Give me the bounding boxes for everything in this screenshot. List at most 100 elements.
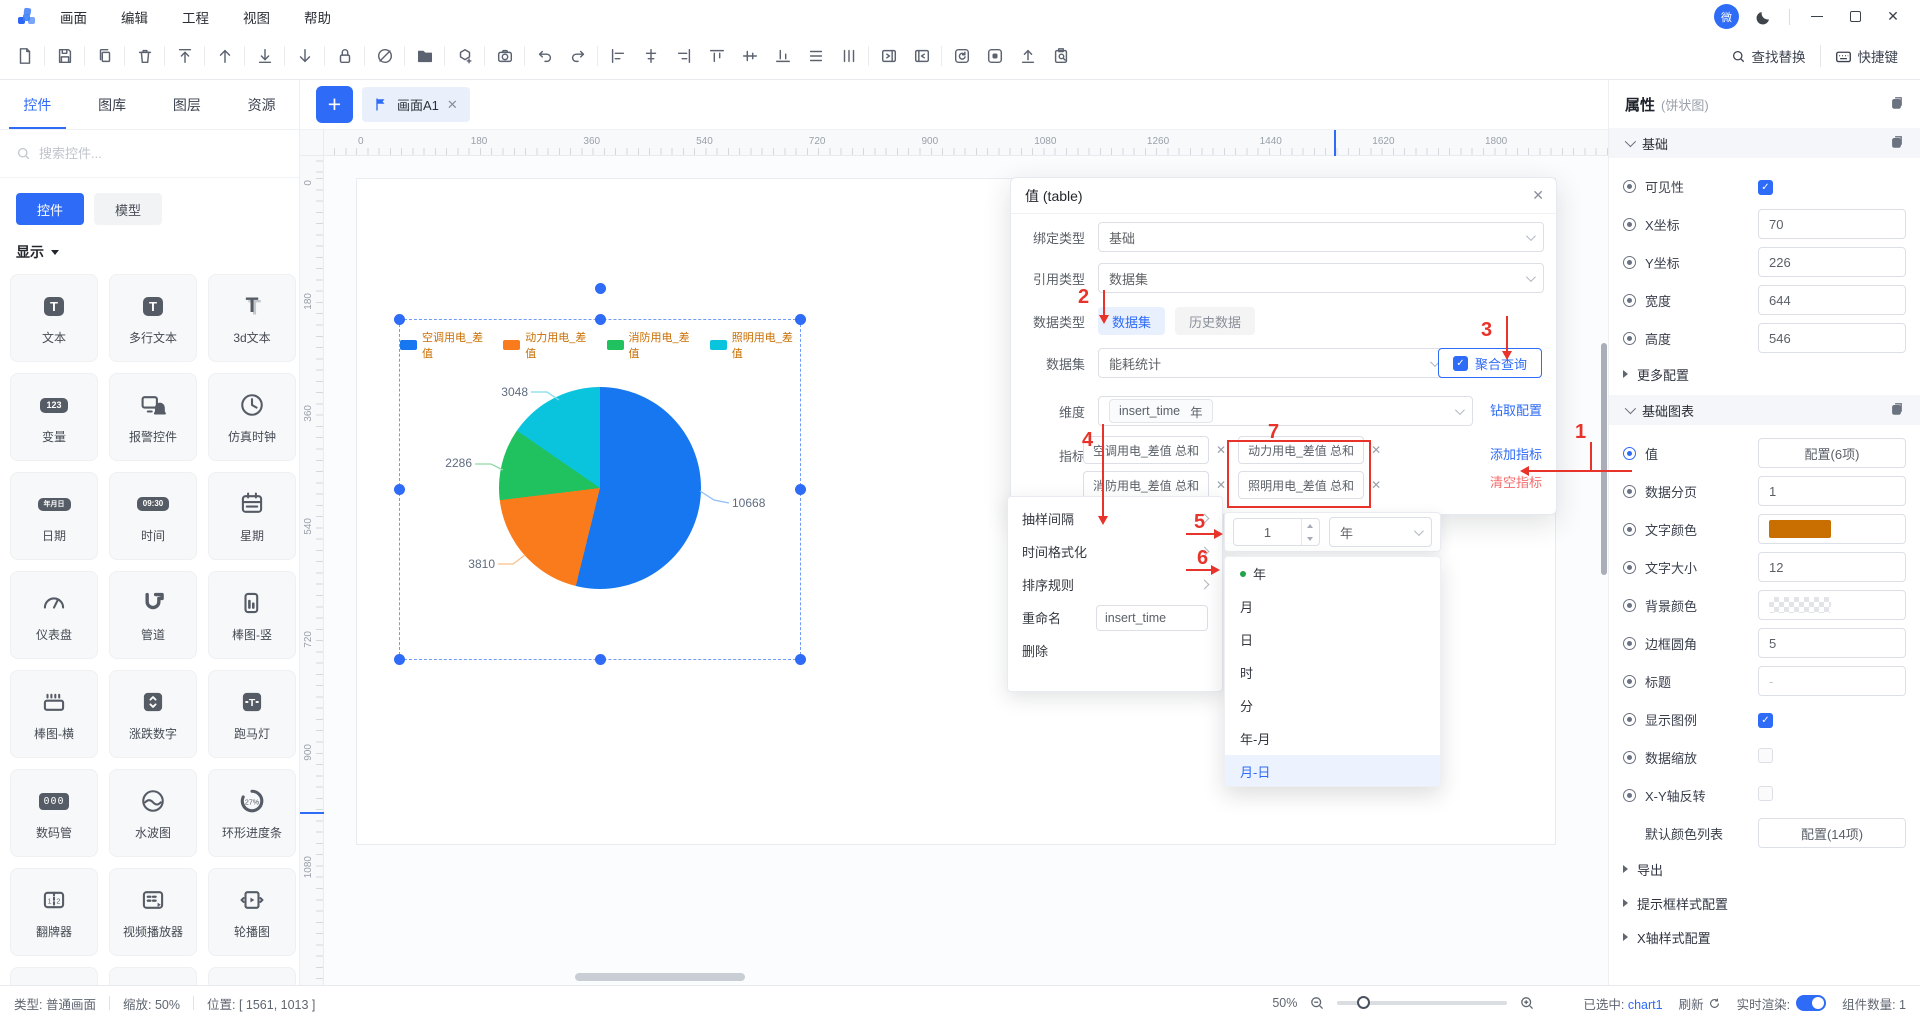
zoom-in-icon[interactable]	[1519, 995, 1535, 1011]
copy-config-icon[interactable]	[1889, 134, 1904, 152]
color-picker[interactable]	[1758, 590, 1906, 620]
context-item-抽样间隔[interactable]: 抽样间隔	[1008, 502, 1222, 535]
widget-水波图[interactable]: 水波图	[109, 769, 197, 857]
lock-icon[interactable]	[328, 41, 361, 71]
prop-input[interactable]: 546	[1758, 323, 1906, 353]
widget-翻牌器[interactable]: 1 2 翻牌器	[10, 868, 98, 956]
widget-跑马灯[interactable]: T 跑马灯	[208, 670, 296, 758]
refresh-box-icon[interactable]	[945, 41, 978, 71]
sidebar-tab-图库[interactable]: 图库	[75, 80, 150, 129]
search-input[interactable]	[39, 146, 239, 161]
target-icon[interactable]	[1623, 674, 1636, 688]
align-bottom-icon[interactable]	[766, 41, 799, 71]
realtime-render-toggle[interactable]	[1796, 995, 1827, 1011]
distribute-vertical-icon[interactable]	[799, 41, 832, 71]
align-center-horizontal-icon[interactable]	[733, 41, 766, 71]
section-基础图表[interactable]: 基础图表	[1609, 395, 1920, 425]
copy-icon[interactable]	[88, 41, 121, 71]
widget-card-partial[interactable]	[10, 967, 98, 985]
shortcut-keys-button[interactable]: 快捷键	[1835, 46, 1898, 66]
prop-input[interactable]: 1	[1758, 476, 1906, 506]
target-icon[interactable]	[1623, 217, 1636, 231]
aggregate-query-checkbox[interactable]: ✓ 聚合查询	[1438, 348, 1542, 378]
copy-config-icon[interactable]	[1889, 401, 1904, 419]
data-type-dataset-button[interactable]: 数据集	[1098, 307, 1166, 335]
config-button[interactable]: 配置(14项)	[1758, 818, 1906, 848]
widget-数码管[interactable]: 000 数码管	[10, 769, 98, 857]
context-item-重命名[interactable]: 重命名 insert_time	[1008, 601, 1222, 634]
widget-星期[interactable]: 星期	[208, 472, 296, 560]
sidebar-tab-控件[interactable]: 控件	[0, 80, 75, 129]
unit-select[interactable]: 年	[1328, 517, 1432, 547]
resize-handle-se[interactable]	[795, 654, 806, 665]
resize-handle-n[interactable]	[594, 314, 606, 325]
move-top-icon[interactable]	[168, 41, 201, 71]
zoom-out-icon[interactable]	[1309, 995, 1325, 1011]
dataset-select[interactable]: 能耗统计	[1098, 348, 1448, 378]
camera-icon[interactable]	[488, 41, 521, 71]
add-metric-link[interactable]: 添加指标	[1490, 444, 1542, 463]
avatar[interactable]: 微	[1714, 4, 1739, 29]
metric-chip-动力用电_差值[interactable]: 动力用电_差值 总和	[1238, 436, 1365, 464]
unit-option-分[interactable]: 分	[1225, 689, 1440, 722]
copy-config-icon[interactable]	[1889, 95, 1904, 113]
undo-icon[interactable]	[528, 41, 561, 71]
unit-option-时[interactable]: 时	[1225, 656, 1440, 689]
record-box-icon[interactable]	[978, 41, 1011, 71]
align-left-icon[interactable]	[601, 41, 634, 71]
align-center-vertical-icon[interactable]	[634, 41, 667, 71]
widget-环形进度条[interactable]: 27% 环形进度条	[208, 769, 296, 857]
checkbox-unchecked[interactable]	[1758, 748, 1773, 763]
context-item-时间格式化[interactable]: 时间格式化	[1008, 535, 1222, 568]
collapse-X轴样式配置[interactable]: X轴样式配置	[1623, 920, 1906, 954]
panel-scrollbar[interactable]	[1601, 343, 1607, 575]
panel-collapse-icon[interactable]	[905, 41, 938, 71]
ref-type-select[interactable]: 数据集	[1098, 263, 1544, 293]
widget-card-partial[interactable]	[208, 967, 296, 985]
prop-input[interactable]: 226	[1758, 247, 1906, 277]
metric-chip-空调用电_差值[interactable]: 空调用电_差值 总和	[1083, 436, 1209, 464]
widget-变量[interactable]: 123 变量	[10, 373, 98, 461]
color-picker[interactable]	[1758, 514, 1906, 544]
widget-时间[interactable]: 09:30 时间	[109, 472, 197, 560]
collapse-提示框样式配置[interactable]: 提示框样式配置	[1623, 886, 1906, 920]
tab-close-icon[interactable]: ✕	[447, 97, 458, 113]
dimension-select[interactable]: insert_time 年	[1098, 396, 1473, 426]
rename-input[interactable]: insert_time	[1096, 604, 1208, 631]
save-icon[interactable]	[48, 41, 81, 71]
align-top-icon[interactable]	[700, 41, 733, 71]
menu-item-视图[interactable]: 视图	[243, 7, 270, 27]
target-icon[interactable]	[1623, 255, 1636, 269]
prop-input[interactable]: 70	[1758, 209, 1906, 239]
target-icon[interactable]	[1623, 636, 1636, 650]
delete-icon[interactable]	[128, 41, 161, 71]
target-icon[interactable]	[1623, 712, 1636, 726]
horizontal-scrollbar[interactable]	[575, 973, 745, 981]
widget-报警控件[interactable]: 报警控件	[109, 373, 197, 461]
target-icon[interactable]	[1623, 560, 1636, 574]
export-up-icon[interactable]	[1011, 41, 1044, 71]
unit-option-日[interactable]: 日	[1225, 623, 1440, 656]
resize-handle-s[interactable]	[594, 654, 606, 665]
resize-handle-w[interactable]	[394, 484, 405, 495]
move-up-icon[interactable]	[208, 41, 241, 71]
legend-item[interactable]: 动力用电_差值	[503, 329, 593, 361]
widget-card-partial[interactable]	[109, 967, 197, 985]
target-icon[interactable]	[1623, 484, 1636, 498]
prop-input[interactable]: -	[1758, 666, 1906, 696]
spinner-down-icon[interactable]	[1302, 532, 1319, 545]
menu-item-编辑[interactable]: 编辑	[121, 7, 148, 27]
unit-option-年[interactable]: 年	[1225, 557, 1440, 590]
checkbox-checked[interactable]: ✓	[1758, 712, 1773, 728]
component-add-icon[interactable]	[448, 41, 481, 71]
mode-tab-控件[interactable]: 控件	[16, 193, 85, 225]
section-基础[interactable]: 基础	[1609, 128, 1920, 158]
target-icon[interactable]	[1623, 179, 1636, 193]
config-button[interactable]: 配置(6项)	[1758, 438, 1906, 468]
target-icon[interactable]	[1623, 598, 1636, 612]
drill-config-link[interactable]: 钻取配置	[1490, 400, 1542, 419]
resize-handle-ne[interactable]	[795, 314, 806, 325]
target-icon[interactable]	[1623, 750, 1636, 764]
folder-icon[interactable]	[408, 41, 441, 71]
unit-option-年-月[interactable]: 年-月	[1225, 722, 1440, 755]
